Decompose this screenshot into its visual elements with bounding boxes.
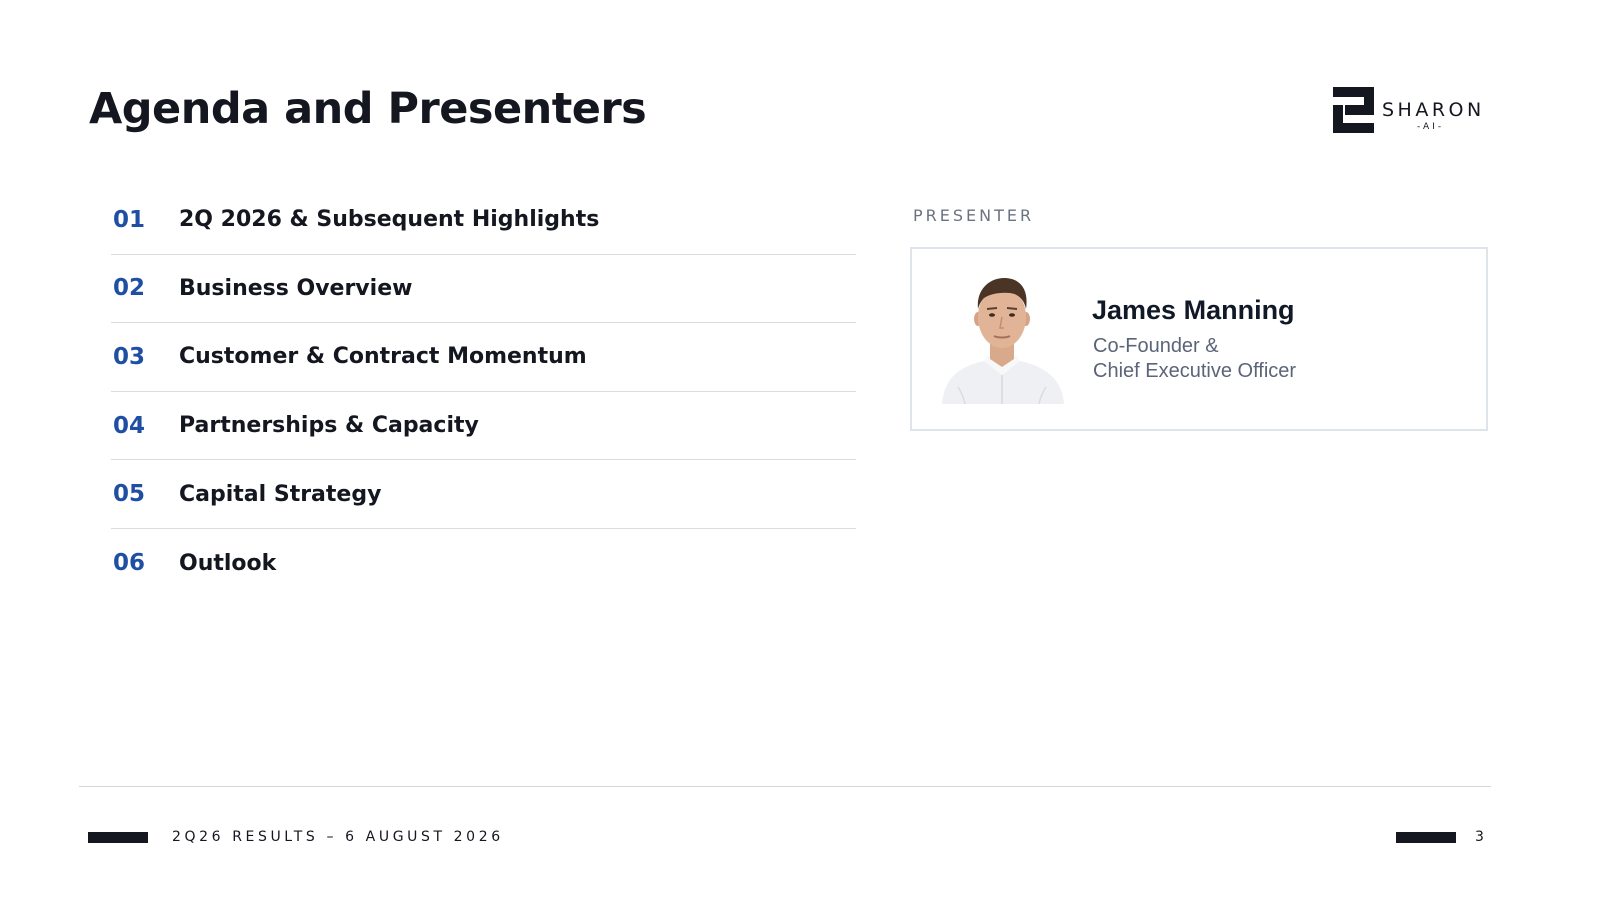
agenda-label: 2Q 2026 & Subsequent Highlights [179,207,600,233]
presenter-role-line: Co-Founder & [1093,335,1219,357]
logo-subtext: -AI- [1417,122,1445,132]
agenda-number: 06 [113,550,146,577]
presenter-role: Co-Founder & Chief Executive Officer [1093,334,1393,384]
agenda-number: 03 [113,343,146,370]
agenda-number: 01 [113,206,146,233]
agenda-item: 05 Capital Strategy [111,460,856,529]
agenda-list: 01 2Q 2026 & Subsequent Highlights 02 Bu… [111,186,856,598]
agenda-label: Outlook [179,550,277,576]
agenda-item: 01 2Q 2026 & Subsequent Highlights [111,186,856,255]
agenda-label: Capital Strategy [179,481,382,507]
footer-accent-bar [88,832,148,843]
agenda-number: 02 [113,275,146,302]
presenter-card: James Manning Co-Founder & Chief Executi… [910,247,1488,431]
agenda-item: 02 Business Overview [111,255,856,324]
logo-mark-icon [1333,87,1374,133]
agenda-number: 04 [113,412,146,439]
agenda-item: 04 Partnerships & Capacity [111,392,856,461]
sharon-ai-logo: SHARON -AI- [1333,87,1493,135]
logo-wordmark: SHARON [1382,99,1485,121]
presenter-photo [938,275,1067,404]
presenter-section-label: PRESENTER [913,206,1035,225]
agenda-label: Customer & Contract Momentum [179,344,587,370]
agenda-number: 05 [113,481,146,508]
agenda-item: 03 Customer & Contract Momentum [111,323,856,392]
page-number: 3 [1475,829,1484,845]
footer-divider [79,786,1491,787]
agenda-label: Partnerships & Capacity [179,413,479,439]
presenter-name: James Manning [1092,295,1295,325]
presenter-role-line: Chief Executive Officer [1093,360,1297,382]
footer-accent-bar [1396,832,1456,843]
footer-text: 2Q26 RESULTS – 6 AUGUST 2026 [172,829,504,845]
agenda-item: 06 Outlook [111,529,856,598]
page-title: Agenda and Presenters [89,84,647,134]
person-portrait-icon [938,275,1067,404]
agenda-label: Business Overview [179,275,413,301]
